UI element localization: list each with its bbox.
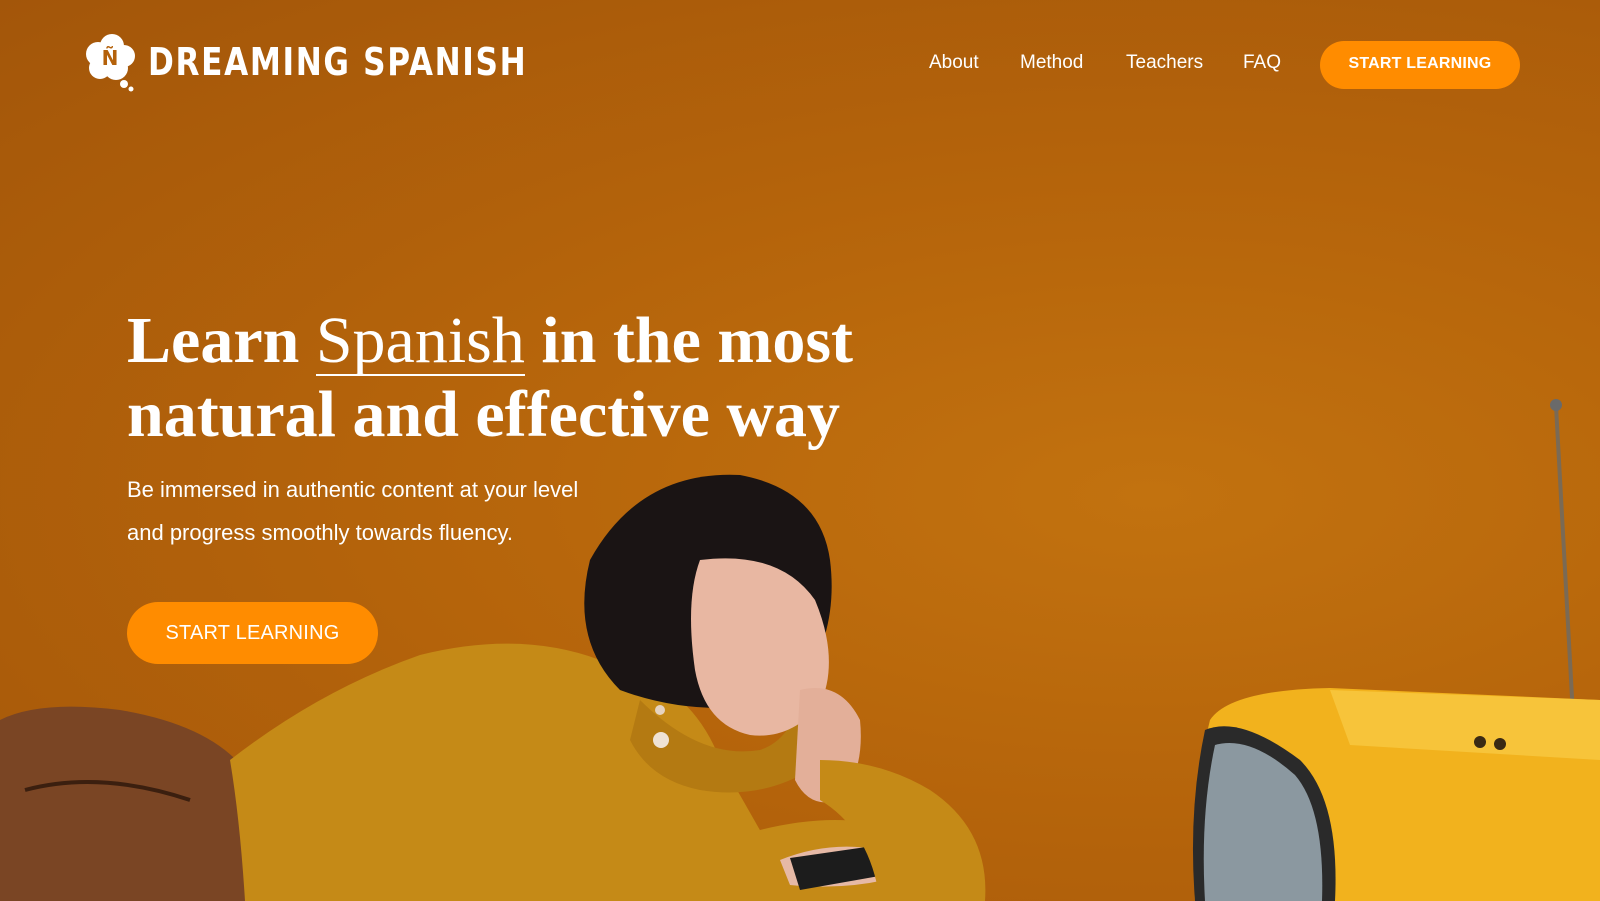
header-start-learning-button[interactable]: START LEARNING (1320, 41, 1520, 89)
hero-subtext-line-1: Be immersed in authentic content at your… (127, 477, 579, 502)
nav-link-about[interactable]: About (929, 52, 979, 74)
hero-start-learning-button[interactable]: START LEARNING (127, 602, 378, 664)
nav-link-faq[interactable]: FAQ (1243, 52, 1281, 74)
svg-text:Ñ: Ñ (102, 46, 119, 70)
hero-subtext: Be immersed in authentic content at your… (127, 468, 647, 554)
headline-text-start: Learn (127, 304, 316, 377)
brand-logo[interactable]: Ñ DREAMING SPANISH (82, 30, 611, 94)
nav-link-teachers[interactable]: Teachers (1126, 52, 1203, 74)
hero-headline: Learn Spanish in the most natural and ef… (127, 304, 887, 452)
hero-section: Ñ DREAMING SPANISH About Method Teachers… (0, 0, 1600, 901)
headline-highlight: Spanish (315, 304, 525, 377)
nav-link-method[interactable]: Method (1020, 52, 1083, 74)
cloud-logo-icon: Ñ (82, 32, 138, 92)
hero-subtext-line-2: and progress smoothly towards fluency. (127, 520, 513, 545)
brand-name: DREAMING SPANISH (148, 40, 528, 84)
